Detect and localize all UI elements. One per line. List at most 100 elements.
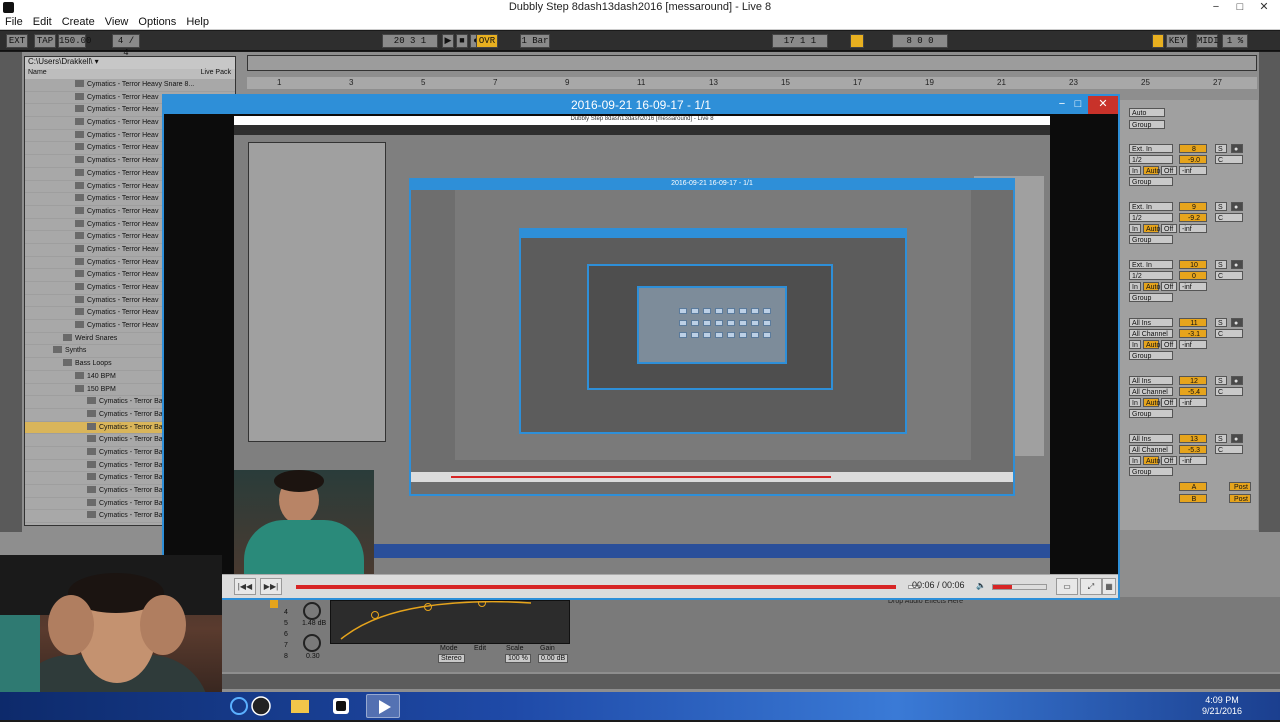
monitor-in[interactable]: In — [1129, 166, 1141, 175]
browser-item[interactable]: Cymatics - Terror Heavy Snare 8... — [25, 79, 235, 92]
monitor-auto[interactable]: Auto — [1143, 282, 1160, 291]
monitor-in[interactable]: In — [1129, 340, 1141, 349]
menu-help[interactable]: Help — [181, 15, 214, 29]
browser-toggle-strip[interactable] — [0, 52, 22, 532]
pan-field[interactable]: C — [1215, 213, 1243, 222]
stop-button[interactable]: ■ — [456, 34, 468, 48]
send-post-toggle[interactable]: Post — [1229, 494, 1251, 503]
gain-knob[interactable] — [303, 602, 321, 620]
track-activator[interactable]: 12 — [1179, 376, 1207, 385]
band-4-toggle[interactable] — [270, 600, 278, 608]
monitor-in[interactable]: In — [1129, 282, 1141, 291]
monitor-auto[interactable]: Auto — [1129, 108, 1165, 117]
monitor-auto[interactable]: Auto — [1143, 456, 1160, 465]
input-channel-select[interactable]: 1/2 — [1129, 271, 1173, 280]
menu-view[interactable]: View — [100, 15, 134, 29]
input-type-select[interactable]: All Ins — [1129, 434, 1173, 443]
arm-button[interactable]: ● — [1231, 260, 1243, 269]
pan-field[interactable]: C — [1215, 387, 1243, 396]
fullscreen-button[interactable]: ⤢ — [1080, 578, 1102, 595]
player-maximize-button[interactable]: □ — [1066, 96, 1090, 114]
volume-field[interactable]: 0 — [1179, 271, 1207, 280]
menu-create[interactable]: Create — [57, 15, 100, 29]
input-type-select[interactable]: Ext. In — [1129, 260, 1173, 269]
input-channel-select[interactable]: All Channel — [1129, 445, 1173, 454]
live-icon[interactable] — [325, 694, 359, 718]
monitor-off[interactable]: Off — [1161, 456, 1177, 465]
monitor-in[interactable]: In — [1129, 398, 1141, 407]
volume-field[interactable]: -5.3 — [1179, 445, 1207, 454]
obs-icon[interactable] — [244, 694, 278, 718]
output-select[interactable]: Group — [1129, 120, 1165, 129]
monitor-in[interactable]: In — [1129, 224, 1141, 233]
monitor-auto[interactable]: Auto — [1143, 166, 1160, 175]
input-channel-select[interactable]: 1/2 — [1129, 155, 1173, 164]
time-signature-field[interactable]: 4 / 4 — [112, 34, 140, 58]
solo-button[interactable]: S — [1215, 376, 1227, 385]
arrangement-position[interactable]: 20 3 1 — [382, 34, 438, 48]
eq-band-handle[interactable] — [371, 611, 379, 619]
output-select[interactable]: Group — [1129, 235, 1173, 244]
solo-button[interactable]: S — [1215, 318, 1227, 327]
output-select[interactable]: Group — [1129, 293, 1173, 302]
monitor-off[interactable]: Off — [1161, 166, 1177, 175]
maximize-button[interactable]: □ — [1228, 0, 1252, 15]
overdub-button[interactable]: OVR — [476, 34, 498, 48]
send-post-toggle[interactable]: Post — [1229, 482, 1251, 491]
output-select[interactable]: Group — [1129, 467, 1173, 476]
next-button[interactable]: ▶▶| — [260, 578, 282, 595]
menu-options[interactable]: Options — [133, 15, 181, 29]
monitor-auto[interactable]: Auto — [1143, 224, 1160, 233]
browser-path[interactable]: C:\Users\Drakkell\ ▾ — [25, 57, 235, 69]
q-knob[interactable] — [303, 634, 321, 652]
arm-button[interactable]: ● — [1231, 202, 1243, 211]
monitor-auto[interactable]: Auto — [1143, 398, 1160, 407]
play-button[interactable]: ▶ — [442, 34, 454, 48]
tap-tempo-button[interactable]: TAP — [34, 34, 56, 48]
monitor-off[interactable]: Off — [1161, 282, 1177, 291]
output-select[interactable]: Group — [1129, 409, 1173, 418]
track-activator[interactable]: 13 — [1179, 434, 1207, 443]
volume-field[interactable]: -9.0 — [1179, 155, 1207, 164]
player-titlebar[interactable]: 2016-09-21 16-09-17 - 1/1 − □ ✕ — [164, 96, 1118, 114]
send-b-button[interactable]: B — [1179, 494, 1207, 503]
input-type-select[interactable]: All Ins — [1129, 318, 1173, 327]
quantize-menu[interactable]: 1 Bar — [520, 34, 550, 48]
arrangement-scroll-strip[interactable] — [1259, 52, 1280, 532]
ext-sync-button[interactable]: EXT — [6, 34, 28, 48]
pan-field[interactable]: C — [1215, 155, 1243, 164]
monitor-off[interactable]: Off — [1161, 224, 1177, 233]
loop-length-field[interactable]: 8 0 0 — [892, 34, 948, 48]
output-select[interactable]: Group — [1129, 177, 1173, 186]
scale-field[interactable]: 100 % — [505, 654, 531, 663]
volume-slider[interactable] — [992, 584, 1047, 590]
player-close-button[interactable]: ✕ — [1088, 96, 1118, 114]
input-type-select[interactable]: Ext. In — [1129, 144, 1173, 153]
solo-button[interactable]: S — [1215, 260, 1227, 269]
arm-button[interactable]: ● — [1231, 376, 1243, 385]
playlist-button[interactable]: ▦ — [1102, 578, 1116, 595]
system-clock[interactable]: 4:09 PM 9/21/2016 — [1202, 695, 1242, 717]
monitor-off[interactable]: Off — [1161, 340, 1177, 349]
track-activator[interactable]: 11 — [1179, 318, 1207, 327]
eq-display[interactable] — [330, 599, 570, 644]
output-select[interactable]: Group — [1129, 351, 1173, 360]
gain-field[interactable]: 0.00 dB — [538, 654, 569, 663]
volume-field[interactable]: -9.2 — [1179, 213, 1207, 222]
media-player-window[interactable]: 2016-09-21 16-09-17 - 1/1 − □ ✕ Dubbly S… — [162, 94, 1120, 600]
tempo-field[interactable]: 150.00 — [58, 34, 91, 48]
previous-button[interactable]: |◀◀ — [234, 578, 256, 595]
mode-select[interactable]: Stereo — [438, 654, 465, 663]
volume-icon[interactable]: 🔈 — [970, 578, 992, 595]
key-map-button[interactable]: KEY — [1166, 34, 1188, 48]
midi-map-button[interactable]: MIDI — [1196, 34, 1219, 48]
menu-edit[interactable]: Edit — [28, 15, 57, 29]
close-button[interactable]: ✕ — [1252, 0, 1276, 15]
pan-field[interactable]: C — [1215, 445, 1243, 454]
monitor-in[interactable]: In — [1129, 456, 1141, 465]
aspect-button[interactable]: ▭ — [1056, 578, 1078, 595]
folder-icon[interactable] — [283, 694, 317, 718]
arm-button[interactable]: ● — [1231, 318, 1243, 327]
send-a-button[interactable]: A — [1179, 482, 1207, 491]
volume-field[interactable]: -3.1 — [1179, 329, 1207, 338]
